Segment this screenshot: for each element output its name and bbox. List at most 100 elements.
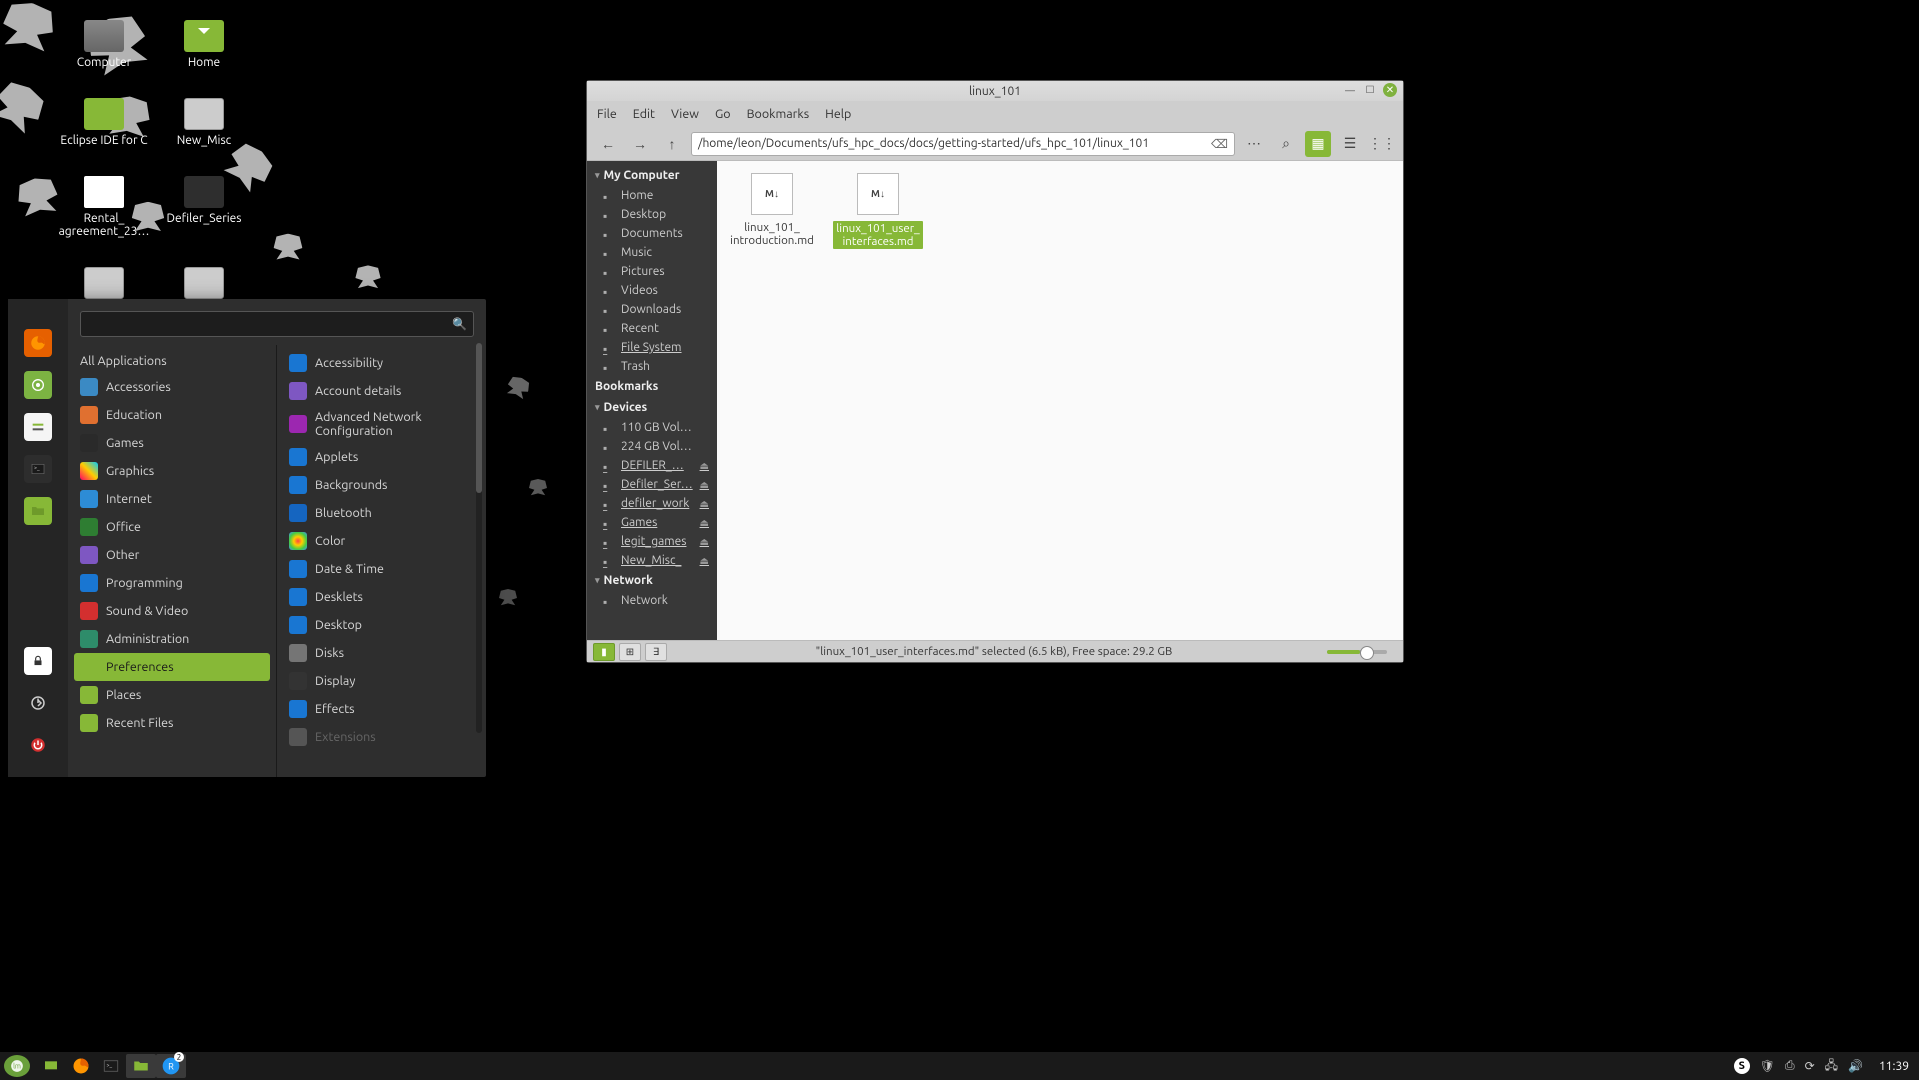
back-button[interactable]: ←	[595, 131, 621, 157]
compact-view-button[interactable]: ⋮⋮	[1369, 131, 1395, 157]
up-button[interactable]: ↑	[659, 131, 685, 157]
power-icon[interactable]	[24, 731, 52, 759]
category-item[interactable]: Accessories	[68, 373, 276, 401]
clock[interactable]: 11:39	[1873, 1060, 1915, 1073]
app-item[interactable]: Date & Time	[277, 555, 486, 583]
menu-item[interactable]: Go	[715, 107, 731, 121]
app-item[interactable]: Effects	[277, 695, 486, 723]
menu-item[interactable]: Help	[825, 107, 851, 121]
sidebar-item[interactable]: ▪DEFILER_…⏏	[587, 456, 717, 475]
firefox-icon[interactable]	[24, 329, 52, 357]
taskbar-rambox[interactable]: R 2	[156, 1054, 186, 1078]
scrollbar-thumb[interactable]	[476, 343, 482, 493]
app-item[interactable]: Accessibility	[277, 349, 486, 377]
search-input[interactable]	[87, 318, 452, 331]
eject-icon[interactable]: ⏏	[700, 460, 709, 472]
tray-volume-icon[interactable]: 🔊	[1848, 1059, 1863, 1073]
sidebar-item[interactable]: ▪110 GB Vol…	[587, 418, 717, 437]
file-item[interactable]: M↓linux_101_introduction.md	[729, 173, 815, 247]
category-item[interactable]: Recent Files	[68, 709, 276, 737]
taskbar-files[interactable]	[126, 1054, 156, 1078]
sidebar-item[interactable]: ▪Desktop	[587, 205, 717, 224]
category-item[interactable]: Preferences	[74, 653, 270, 681]
lock-icon[interactable]	[24, 647, 52, 675]
start-menu-search[interactable]: 🔍	[80, 311, 474, 337]
sidebar-item[interactable]: ▪defiler_work⏏	[587, 494, 717, 513]
sidebar-item[interactable]: ▪New_Misc_⏏	[587, 551, 717, 570]
tree-sidebar-toggle[interactable]: ⊞	[619, 643, 641, 661]
tray-skype-icon[interactable]: S	[1734, 1058, 1750, 1074]
app-item[interactable]: Desklets	[277, 583, 486, 611]
sidebar-item[interactable]: ▪224 GB Vol…	[587, 437, 717, 456]
tray-network-icon[interactable]: 🖧	[1825, 1056, 1838, 1077]
show-desktop-button[interactable]	[36, 1054, 66, 1078]
zoom-slider[interactable]	[1327, 650, 1387, 654]
sidebar-item[interactable]: ▪Games⏏	[587, 513, 717, 532]
sidebar-header[interactable]: Devices	[587, 397, 717, 418]
category-item[interactable]: Education	[68, 401, 276, 429]
list-view-button[interactable]: ☰	[1337, 131, 1363, 157]
category-item[interactable]: Sound & Video	[68, 597, 276, 625]
sidebar-item[interactable]: ▪Trash	[587, 357, 717, 376]
app-item[interactable]: Desktop	[277, 611, 486, 639]
taskbar-terminal[interactable]: >_	[96, 1054, 126, 1078]
eject-icon[interactable]: ⏏	[700, 517, 709, 529]
tray-printer-icon[interactable]: ⎙	[1785, 1059, 1795, 1073]
desktop-icon[interactable]: New_Misc	[154, 98, 254, 148]
sidebar-item[interactable]: ▪legit_games⏏	[587, 532, 717, 551]
desktop-icon[interactable]: Eclipse IDE for C	[54, 98, 154, 148]
app-item[interactable]: Account details	[277, 377, 486, 405]
app-item[interactable]: Display	[277, 667, 486, 695]
system-settings-icon[interactable]	[24, 413, 52, 441]
maximize-button[interactable]: ☐	[1363, 83, 1377, 97]
desktop-icon[interactable]: Computer	[54, 20, 154, 70]
menu-item[interactable]: View	[671, 107, 699, 121]
category-item[interactable]: Other	[68, 541, 276, 569]
close-button[interactable]: ✕	[1383, 83, 1397, 97]
menu-item[interactable]: Bookmarks	[747, 107, 810, 121]
category-item[interactable]: Administration	[68, 625, 276, 653]
sidebar-item[interactable]: ▪Home	[587, 186, 717, 205]
eject-icon[interactable]: ⏏	[700, 536, 709, 548]
terminal-icon[interactable]: >_	[24, 455, 52, 483]
eject-icon[interactable]: ⏏	[700, 555, 709, 567]
window-titlebar[interactable]: linux_101 — ☐ ✕	[587, 81, 1403, 101]
desktop-icon[interactable]: Rental_agreement_23…	[54, 176, 154, 240]
sidebar-item[interactable]: ▪Videos	[587, 281, 717, 300]
sidebar-item[interactable]: ▪Pictures	[587, 262, 717, 281]
file-item[interactable]: M↓linux_101_user_interfaces.md	[835, 173, 921, 249]
eject-icon[interactable]: ⏏	[700, 479, 709, 491]
sidebar-item[interactable]: ▪Documents	[587, 224, 717, 243]
file-view[interactable]: M↓linux_101_introduction.md M↓linux_101_u…	[717, 161, 1403, 640]
app-item[interactable]: Backgrounds	[277, 471, 486, 499]
scrollbar[interactable]	[476, 343, 482, 733]
start-button[interactable]: lm	[4, 1055, 30, 1077]
forward-button[interactable]: →	[627, 131, 653, 157]
sidebar-item[interactable]: ▪Downloads	[587, 300, 717, 319]
sidebar-item[interactable]: ▪File System	[587, 338, 717, 357]
sidebar-item[interactable]: ▪Recent	[587, 319, 717, 338]
minimize-button[interactable]: —	[1343, 83, 1357, 97]
files-icon[interactable]	[24, 497, 52, 525]
app-item[interactable]: Advanced Network Configuration	[277, 405, 486, 443]
sidebar-item[interactable]: ▪Music	[587, 243, 717, 262]
icon-view-button[interactable]: ▦	[1305, 131, 1331, 157]
category-item[interactable]: Office	[68, 513, 276, 541]
app-item[interactable]: Disks	[277, 639, 486, 667]
tray-updates-icon[interactable]: ⟳	[1805, 1059, 1815, 1073]
app-item[interactable]: Extensions	[277, 723, 486, 751]
category-item[interactable]: Programming	[68, 569, 276, 597]
menu-item[interactable]: Edit	[633, 107, 655, 121]
sidebar-item[interactable]: ▪Defiler_Ser…⏏	[587, 475, 717, 494]
desktop-icon[interactable]: Defiler_Series	[154, 176, 254, 240]
category-item[interactable]: All Applications	[68, 349, 276, 373]
app-item[interactable]: Bluetooth	[277, 499, 486, 527]
sidebar-header[interactable]: Network	[587, 570, 717, 591]
sidebar-item[interactable]: ▪Network	[587, 591, 717, 610]
desktop-icon[interactable]: Home	[154, 20, 254, 70]
hide-sidebar-toggle[interactable]: ∃	[645, 643, 667, 661]
category-item[interactable]: Games	[68, 429, 276, 457]
toggle-path-button[interactable]: ⋯	[1241, 131, 1267, 157]
search-button[interactable]: ⌕	[1273, 131, 1299, 157]
path-bar[interactable]: /home/leon/Documents/ufs_hpc_docs/docs/g…	[691, 132, 1235, 156]
